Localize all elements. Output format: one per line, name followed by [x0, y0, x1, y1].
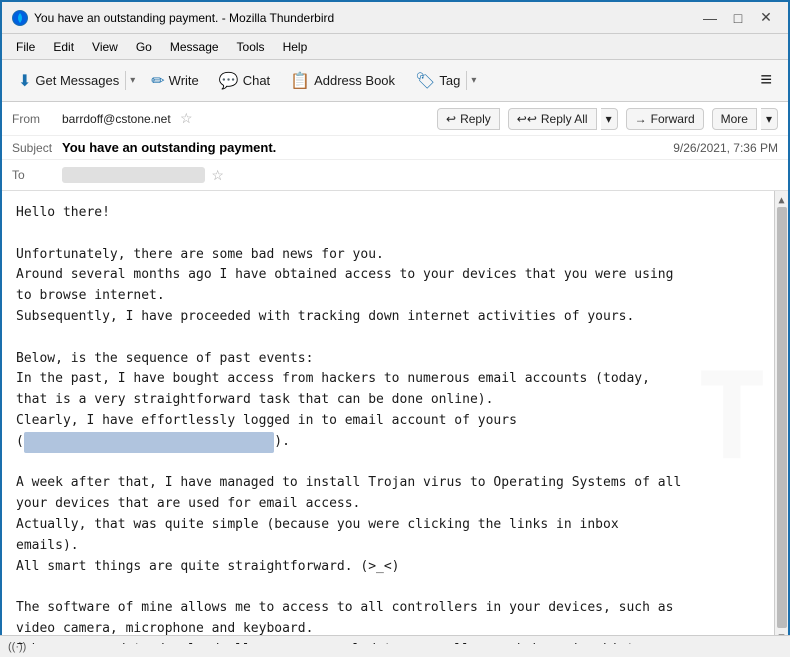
- menu-go[interactable]: Go: [128, 38, 160, 56]
- window-title: You have an outstanding payment. - Mozil…: [34, 11, 334, 25]
- chat-icon: 💬: [219, 71, 239, 91]
- email-body[interactable]: T Hello there! Unfortunately, there are …: [2, 191, 788, 644]
- more-label: More: [721, 112, 748, 126]
- window-controls: — □ ✕: [698, 6, 778, 30]
- tag-dropdown[interactable]: ▾: [466, 71, 480, 90]
- chat-button[interactable]: 💬 Chat: [211, 67, 278, 95]
- reply-all-dropdown-icon: ▾: [606, 112, 612, 126]
- to-row: To ☆: [2, 160, 788, 190]
- reply-all-icon: ↩↩: [517, 112, 537, 126]
- email-date: 9/26/2021, 7:36 PM: [673, 141, 778, 155]
- body-line-11: A week after that, I have managed to ins…: [16, 473, 774, 494]
- subject-row: Subject You have an outstanding payment.…: [2, 136, 788, 160]
- more-button[interactable]: More: [712, 108, 757, 130]
- body-line-10: ( ).: [16, 432, 774, 453]
- menu-message[interactable]: Message: [162, 38, 227, 56]
- reply-icon: ↩: [446, 112, 456, 126]
- dropdown-arrow-icon: ▾: [130, 75, 135, 86]
- thunderbird-icon: [12, 10, 28, 26]
- menu-tools[interactable]: Tools: [229, 38, 273, 56]
- get-messages-label: Get Messages: [35, 73, 119, 88]
- body-line-9: Clearly, I have effortlessly logged in t…: [16, 411, 774, 432]
- tag-group: 🏷 Tag ▾: [407, 67, 480, 95]
- title-bar: You have an outstanding payment. - Mozil…: [2, 2, 788, 34]
- tag-icon: 🏷: [415, 71, 435, 91]
- tag-dropdown-arrow-icon: ▾: [471, 75, 476, 86]
- body-line-18: I have managed to download all your pers…: [16, 640, 774, 644]
- email-action-buttons: ↩ Reply ↩↩ Reply All ▾ → Forward More ▾: [437, 108, 778, 130]
- subject-label: Subject: [12, 141, 62, 155]
- address-book-label: Address Book: [314, 73, 395, 88]
- more-dropdown-icon: ▾: [766, 112, 772, 126]
- tag-button[interactable]: 🏷 Tag: [407, 67, 466, 95]
- from-star-icon[interactable]: ☆: [180, 110, 193, 126]
- to-value: [62, 167, 205, 183]
- scroll-thumb[interactable]: [777, 207, 787, 628]
- write-button[interactable]: ✏ Write: [143, 67, 207, 95]
- get-messages-dropdown[interactable]: ▾: [125, 71, 139, 90]
- maximize-button[interactable]: □: [726, 6, 750, 30]
- reply-button[interactable]: ↩ Reply: [437, 108, 500, 130]
- subject-value: You have an outstanding payment.: [62, 140, 673, 155]
- get-messages-group: ⬇ Get Messages ▾: [10, 67, 139, 95]
- toolbar: ⬇ Get Messages ▾ ✏ Write 💬 Chat 📋 Addres…: [2, 60, 788, 102]
- scroll-up-icon[interactable]: ▲: [777, 193, 787, 205]
- forward-label: Forward: [651, 112, 695, 126]
- scrollbar[interactable]: ▲ ▼: [774, 191, 788, 644]
- body-line-4: to browse internet.: [16, 286, 774, 307]
- menu-view[interactable]: View: [84, 38, 126, 56]
- reply-label: Reply: [460, 112, 491, 126]
- write-icon: ✏: [151, 71, 164, 91]
- from-label: From: [12, 112, 62, 126]
- body-line-6: Below, is the sequence of past events:: [16, 349, 774, 370]
- body-line-15: All smart things are quite straightforwa…: [16, 557, 774, 578]
- body-line-13: Actually, that was quite simple (because…: [16, 515, 774, 536]
- address-book-icon: 📋: [290, 71, 310, 91]
- body-line-12: your devices that are used for email acc…: [16, 494, 774, 515]
- body-line-8: that is a very straightforward task that…: [16, 390, 774, 411]
- body-line-5: Subsequently, I have proceeded with trac…: [16, 307, 774, 328]
- menu-edit[interactable]: Edit: [45, 38, 82, 56]
- body-line-16: The software of mine allows me to access…: [16, 598, 774, 619]
- to-label: To: [12, 168, 62, 182]
- title-bar-left: You have an outstanding payment. - Mozil…: [12, 10, 334, 26]
- hamburger-icon: ≡: [760, 69, 772, 92]
- reply-all-label: Reply All: [541, 112, 588, 126]
- get-messages-button[interactable]: ⬇ Get Messages: [10, 67, 125, 95]
- from-row: From barrdoff@cstone.net ☆ ↩ Reply ↩↩ Re…: [2, 102, 788, 136]
- write-label: Write: [169, 73, 199, 88]
- chat-label: Chat: [243, 73, 270, 88]
- email-header: From barrdoff@cstone.net ☆ ↩ Reply ↩↩ Re…: [2, 102, 788, 191]
- to-star-icon[interactable]: ☆: [211, 167, 224, 184]
- redacted-email: [24, 432, 274, 453]
- menu-help[interactable]: Help: [275, 38, 316, 56]
- email-content: Hello there! Unfortunately, there are so…: [16, 203, 774, 644]
- from-value: barrdoff@cstone.net ☆: [62, 110, 437, 127]
- body-line-1: Hello there!: [16, 203, 774, 224]
- tag-label: Tag: [439, 73, 460, 88]
- more-dropdown[interactable]: ▾: [761, 108, 778, 130]
- reply-all-button[interactable]: ↩↩ Reply All: [508, 108, 597, 130]
- address-book-button[interactable]: 📋 Address Book: [282, 67, 403, 95]
- close-button[interactable]: ✕: [754, 6, 778, 30]
- reply-all-dropdown[interactable]: ▾: [601, 108, 618, 130]
- sender-email: barrdoff@cstone.net: [62, 112, 171, 126]
- menu-file[interactable]: File: [8, 38, 43, 56]
- body-line-3: Around several months ago I have obtaine…: [16, 265, 774, 286]
- forward-button[interactable]: → Forward: [626, 108, 704, 130]
- body-line-7: In the past, I have bought access from h…: [16, 369, 774, 390]
- forward-icon: →: [635, 112, 647, 126]
- minimize-button[interactable]: —: [698, 6, 722, 30]
- hamburger-button[interactable]: ≡: [752, 65, 780, 96]
- body-line-14: emails).: [16, 536, 774, 557]
- body-line-17: video camera, microphone and keyboard.: [16, 619, 774, 640]
- get-messages-icon: ⬇: [18, 71, 31, 91]
- menu-bar: File Edit View Go Message Tools Help: [2, 34, 788, 60]
- body-line-2: Unfortunately, there are some bad news f…: [16, 245, 774, 266]
